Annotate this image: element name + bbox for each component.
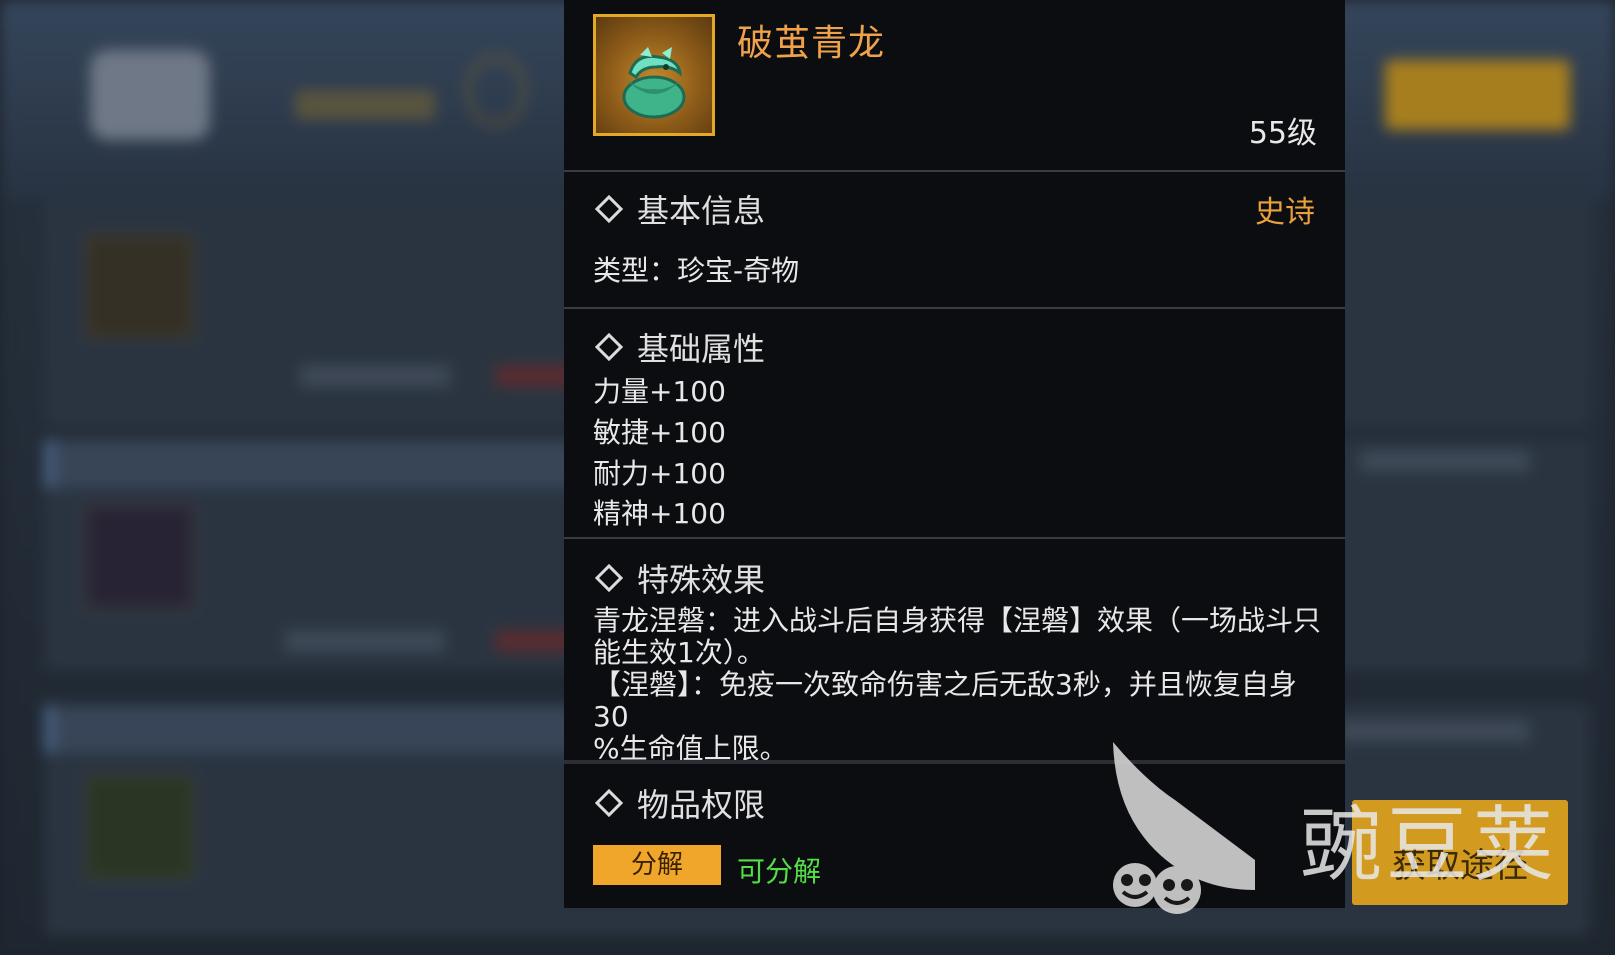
- bg-top-button: [1385, 60, 1570, 130]
- diamond-icon: [594, 563, 624, 593]
- bg-title: [295, 90, 435, 120]
- bg-item-thumbnail: [85, 775, 194, 879]
- bg-red-text: [495, 365, 575, 387]
- item-level: 55级: [1248, 116, 1317, 151]
- decompose-tag: 分解: [593, 845, 721, 885]
- bg-text: [300, 365, 450, 387]
- item-icon: [593, 14, 715, 136]
- bg-text: [285, 630, 445, 652]
- divider: [564, 307, 1345, 309]
- bg-ring-icon: [465, 55, 527, 127]
- section-title-permissions: 物品权限: [593, 780, 765, 826]
- bg-item-thumbnail: [85, 235, 194, 339]
- divider: [564, 170, 1345, 172]
- section-title-text: 特殊效果: [637, 561, 766, 599]
- section-title-basic-info: 基本信息: [593, 186, 765, 232]
- divider: [564, 537, 1345, 539]
- watermark-text: 豌豆荚: [1300, 798, 1559, 893]
- effect-line: 能生效1次）。: [593, 636, 765, 669]
- diamond-icon: [594, 788, 624, 818]
- decomposable-status: 可分解: [737, 855, 822, 888]
- bg-avatar: [90, 50, 210, 140]
- bg-section-header: [45, 440, 573, 488]
- attribute-spirit: 精神+100: [593, 497, 726, 530]
- section-title-special-effect: 特殊效果: [593, 555, 765, 601]
- bg-red-text: [495, 630, 575, 652]
- attribute-stamina: 耐力+100: [593, 457, 726, 490]
- item-name: 破茧青龙: [737, 23, 886, 64]
- bg-text: [1360, 450, 1530, 472]
- rarity-label: 史诗: [1255, 195, 1315, 230]
- section-title-text: 基本信息: [637, 192, 766, 230]
- section-title-text: 物品权限: [637, 786, 766, 824]
- item-type: 类型：珍宝-奇物: [593, 254, 800, 287]
- diamond-icon: [594, 332, 624, 362]
- bg-item-thumbnail: [85, 505, 194, 609]
- section-title-base-attributes: 基础属性: [593, 324, 765, 370]
- jade-dragon-egg-icon: [622, 47, 686, 119]
- section-title-text: 基础属性: [637, 330, 766, 368]
- diamond-icon: [594, 194, 624, 224]
- effect-line: 青龙涅磐：进入战斗后自身获得【涅磐】效果（一场战斗只: [593, 604, 1322, 637]
- bg-text: [1340, 720, 1530, 742]
- attribute-agility: 敏捷+100: [593, 416, 726, 449]
- effect-line: 【涅磐】：免疫一次致命伤害之后无敌3秒，并且恢复自身30: [593, 668, 1297, 733]
- bg-section-header: [45, 705, 573, 753]
- attribute-strength: 力量+100: [593, 375, 726, 408]
